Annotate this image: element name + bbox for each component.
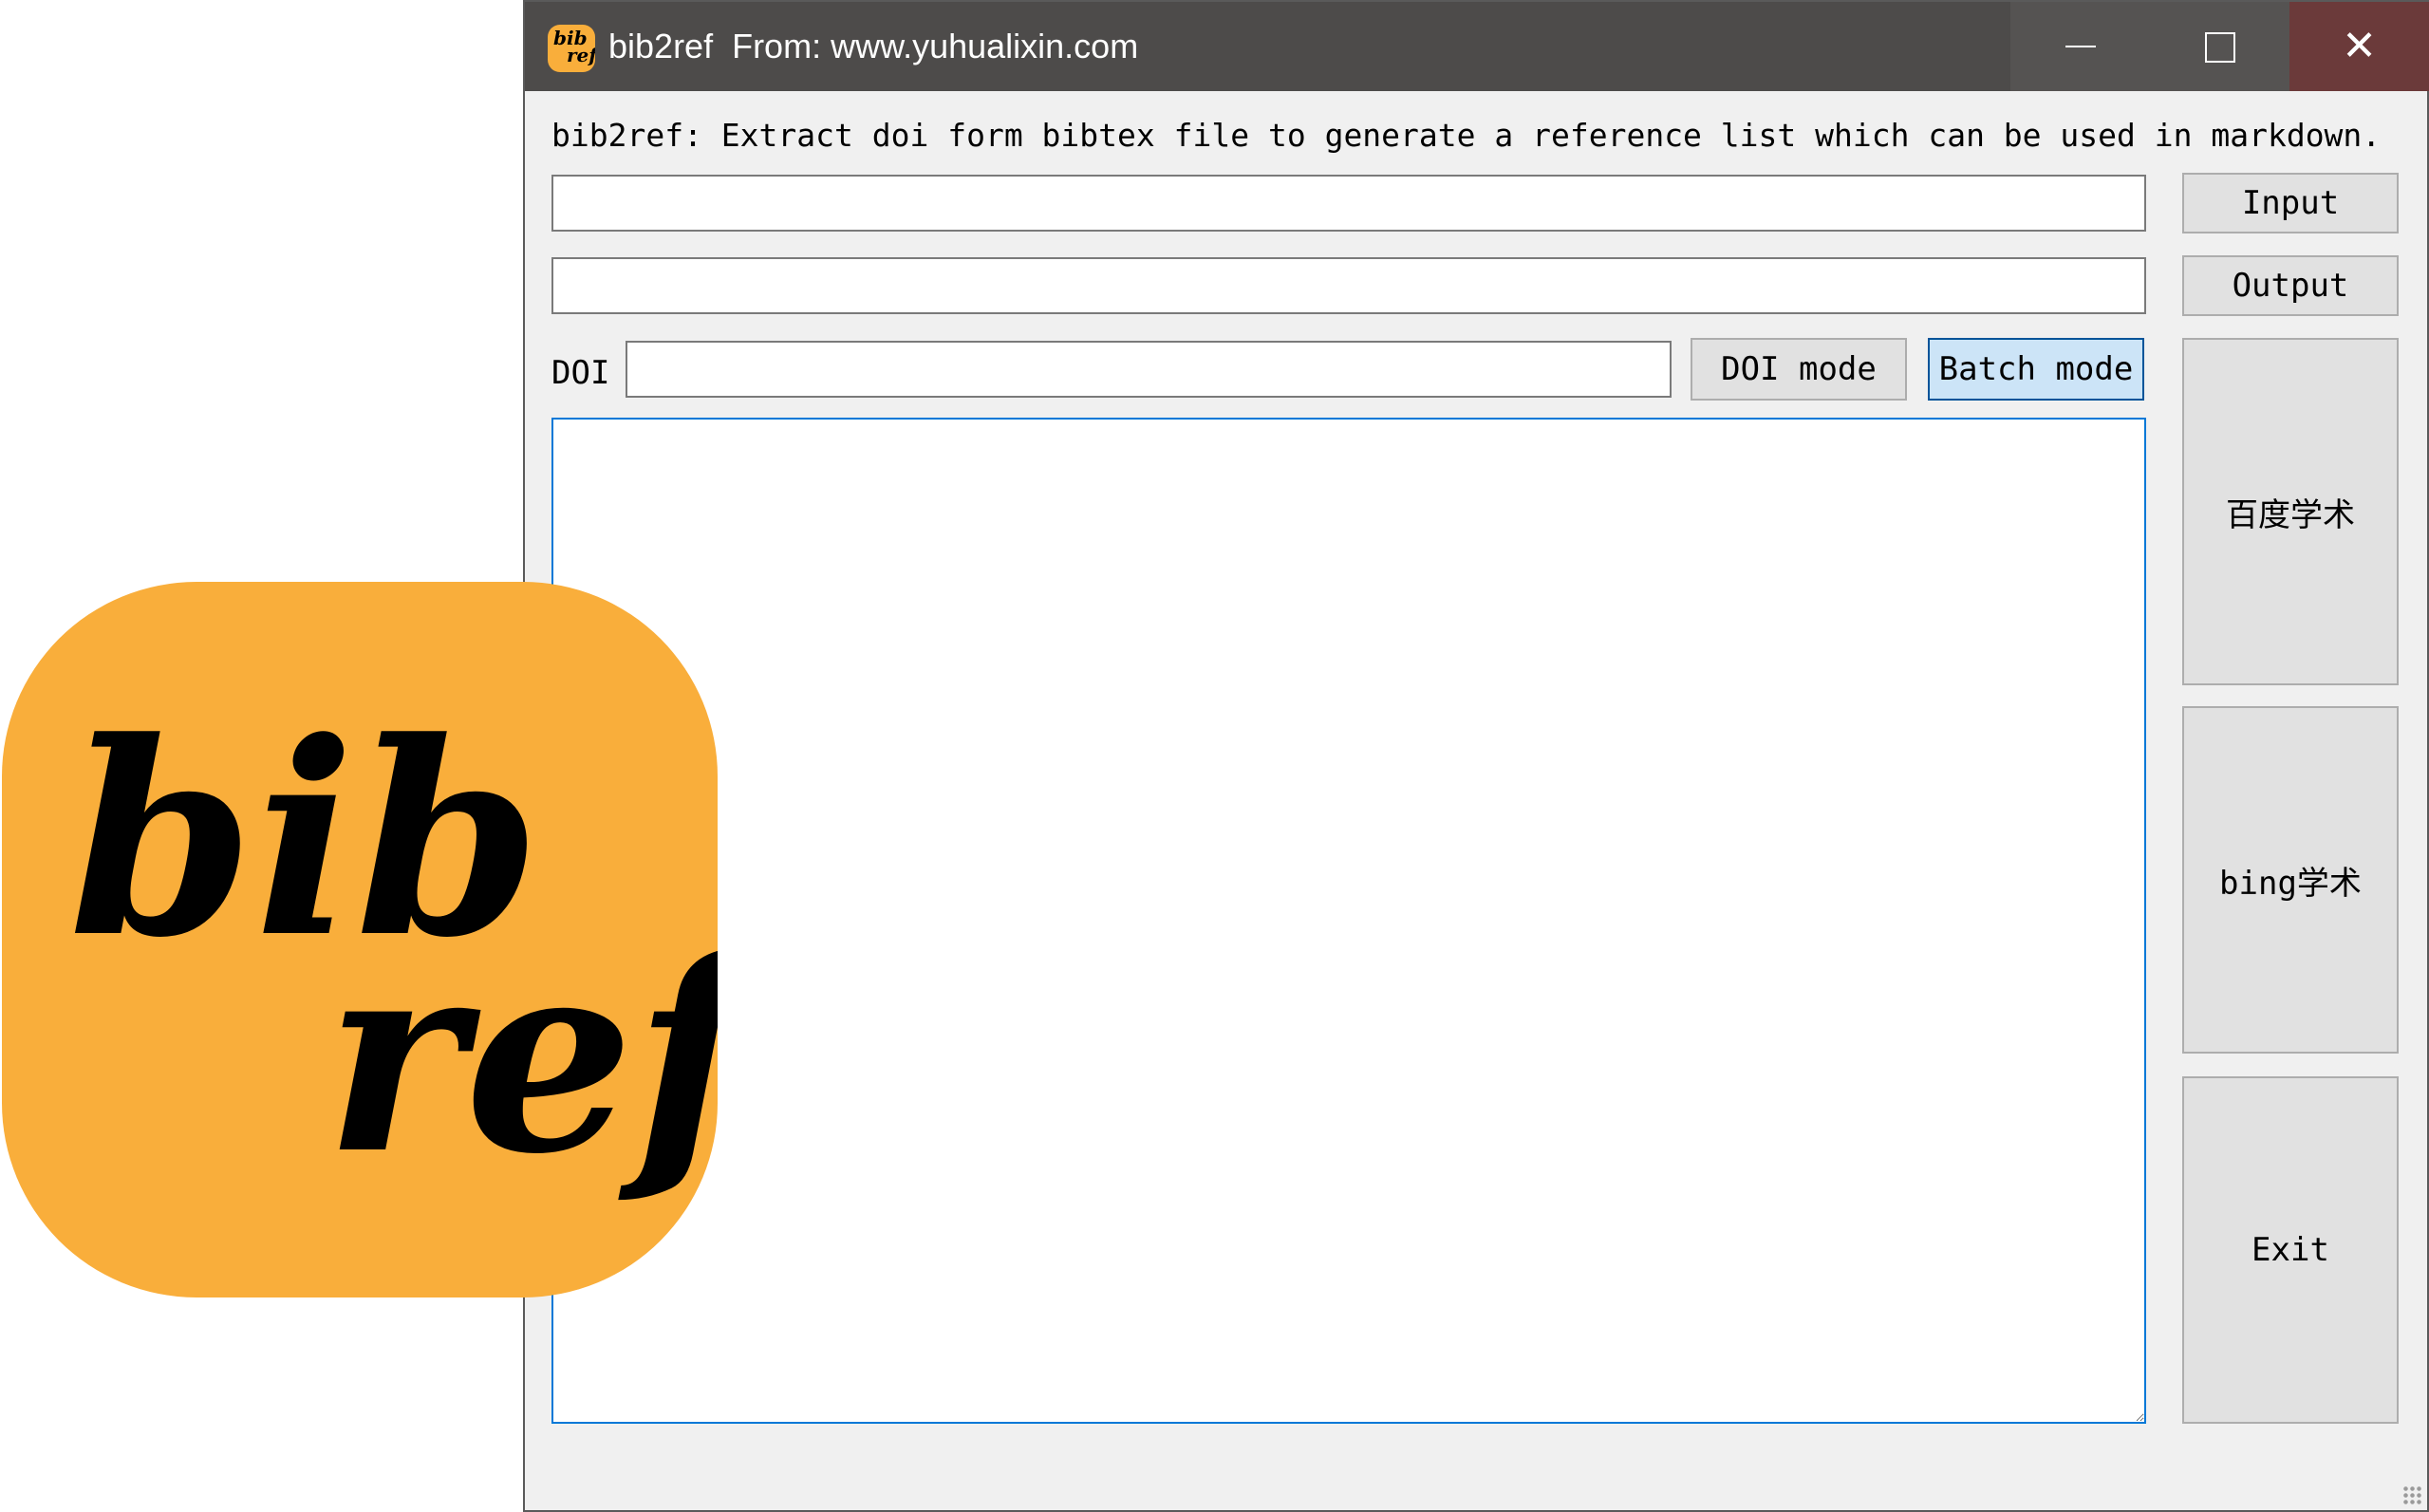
description-text: bib2ref: Extract doi form bibtex file to… <box>551 117 2382 154</box>
result-textarea[interactable] <box>551 418 2146 1424</box>
title-bar[interactable]: bib ref bib2ref From: www.yuhualixin.com… <box>525 2 2429 91</box>
resize-grip-icon[interactable] <box>2402 1485 2421 1504</box>
minimize-button[interactable] <box>2010 2 2150 91</box>
baidu-scholar-button[interactable]: 百度学术 <box>2182 338 2399 685</box>
output-button[interactable]: Output <box>2182 255 2399 316</box>
maximize-button[interactable] <box>2150 2 2289 91</box>
bing-scholar-button[interactable]: bing学术 <box>2182 706 2399 1054</box>
input-path-field[interactable] <box>551 175 2146 232</box>
input-button[interactable]: Input <box>2182 173 2399 233</box>
doi-input[interactable] <box>626 341 1672 398</box>
doi-mode-button[interactable]: DOI mode <box>1691 338 1907 401</box>
bib-ref-logo: bib ref <box>2 582 718 1297</box>
exit-button[interactable]: Exit <box>2182 1076 2399 1424</box>
close-button[interactable]: ✕ <box>2289 2 2429 91</box>
minimize-icon <box>2065 46 2096 47</box>
app-window: bib ref bib2ref From: www.yuhualixin.com… <box>523 0 2429 1512</box>
output-path-field[interactable] <box>551 257 2146 314</box>
app-icon: bib ref <box>548 25 595 72</box>
doi-label: DOI <box>551 354 610 392</box>
maximize-icon <box>2205 32 2235 63</box>
app-icon-text-bottom: ref <box>567 44 595 66</box>
bib-ref-logo-graphic: bib ref <box>68 684 718 1213</box>
close-icon: ✕ <box>2342 22 2377 70</box>
logo-text-ref: ref <box>325 901 718 1213</box>
batch-mode-button[interactable]: Batch mode <box>1928 338 2144 401</box>
window-title: bib2ref From: www.yuhualixin.com <box>608 27 1139 65</box>
